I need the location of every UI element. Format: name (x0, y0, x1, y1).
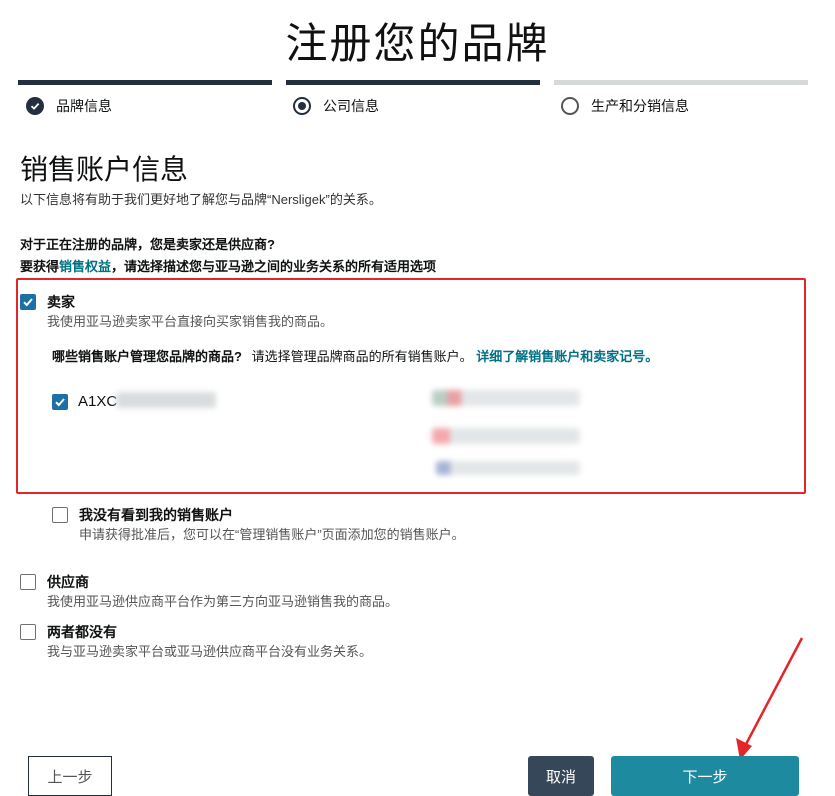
radio-empty-icon (561, 97, 579, 115)
selling-rights-link[interactable]: 销售权益 (59, 259, 111, 274)
account-checkbox[interactable] (52, 394, 68, 410)
instruction-text: 要获得 (20, 259, 60, 274)
annotation-arrow-icon (736, 637, 804, 760)
radio-current-icon (293, 97, 311, 115)
seller-desc: 我使用亚马逊卖家平台直接向买家销售我的商品。 (47, 314, 334, 329)
section-intro: 以下信息将有助于我们更好地了解您与品牌“Nersligek”的关系。 (20, 192, 382, 207)
vendor-desc: 我使用亚马逊供应商平台作为第三方向亚马逊销售我的商品。 (47, 594, 399, 609)
accounts-question-row: 哪些销售账户管理您品牌的商品? 请选择管理品牌商品的所有销售账户。 详细了解销售… (52, 346, 658, 365)
not-seen-label: 我没有看到我的销售账户 (79, 507, 233, 523)
not-seen-account-checkbox[interactable] (52, 507, 68, 523)
step-production-distribution: 生产和分销信息 (561, 96, 689, 116)
progress-bar-step-2 (286, 80, 540, 85)
role-question: 对于正在注册的品牌，您是卖家还是供应商? (20, 237, 275, 252)
not-seen-desc: 申请获得批准后，您可以在“管理销售账户”页面添加您的销售账户。 (79, 527, 465, 542)
role-instruction: 要获得销售权益，请选择描述您与亚马逊之间的业务关系的所有适用选项 (20, 256, 436, 275)
page-title: 注册您的品牌 (285, 20, 550, 67)
marketplace-redacted (432, 390, 580, 406)
next-button[interactable]: 下一步 (611, 756, 799, 796)
check-circle-icon (26, 97, 44, 115)
marketplace-redacted (432, 428, 580, 444)
neither-desc: 我与亚马逊卖家平台或亚马逊供应商平台没有业务关系。 (47, 644, 373, 659)
section-heading: 销售账户信息 (20, 154, 189, 185)
neither-label: 两者都没有 (47, 624, 117, 640)
accounts-question: 哪些销售账户管理您品牌的商品? (52, 349, 242, 364)
previous-button[interactable]: 上一步 (28, 756, 112, 796)
account-id-redacted (116, 392, 216, 408)
progress-bar-step-3 (554, 80, 808, 85)
accounts-hint: 请选择管理品牌商品的所有销售账户。 (251, 349, 473, 364)
vendor-label: 供应商 (47, 574, 89, 590)
step-label: 生产和分销信息 (591, 98, 689, 114)
seller-label: 卖家 (47, 294, 75, 310)
checkmark-icon (55, 398, 65, 407)
progress-bar-step-1 (18, 80, 272, 85)
instruction-text: ，请选择描述您与亚马逊之间的业务关系的所有适用选项 (111, 259, 437, 274)
seller-checkbox[interactable] (20, 294, 36, 310)
step-brand-info: 品牌信息 (26, 96, 112, 116)
marketplace-redacted (436, 461, 580, 475)
account-id: A1XC (78, 393, 118, 410)
step-company-info: 公司信息 (293, 96, 379, 116)
neither-checkbox[interactable] (20, 624, 36, 640)
step-label: 品牌信息 (56, 98, 112, 114)
vendor-checkbox[interactable] (20, 574, 36, 590)
checkmark-icon (23, 298, 33, 307)
step-label: 公司信息 (323, 98, 379, 114)
cancel-button[interactable]: 取消 (528, 756, 594, 796)
accounts-learn-more-link[interactable]: 详细了解销售账户和卖家记号。 (476, 349, 658, 364)
